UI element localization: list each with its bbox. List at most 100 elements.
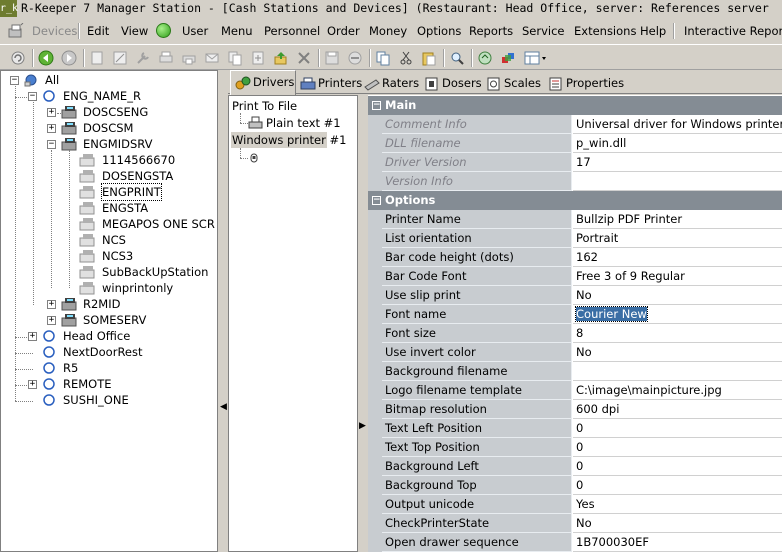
property-value[interactable]: No [573,286,782,305]
expand-toggle[interactable]: + [28,380,37,389]
property-row[interactable]: Printer Name Bullzip PDF Printer [368,210,782,229]
property-value[interactable]: p_win.dll [573,134,782,153]
tree-node-megapos[interactable]: MEGAPOS ONE SCR [79,216,215,232]
tree-node-sushi-one[interactable]: SUSHI_ONE [41,392,211,408]
property-value[interactable]: 8 [573,324,782,343]
tree-node-eng-name-r[interactable]: ENG_NAME_R [41,88,211,104]
property-row[interactable]: Logo filename template C:\image\mainpictu… [368,381,782,400]
driver-node-print-to-file[interactable]: Print To File [232,98,352,114]
expand-toggle[interactable]: + [47,124,56,133]
menu-money[interactable]: Money [369,20,407,42]
tree-node-1114566670[interactable]: 1114566670 [79,152,214,168]
menu-help[interactable]: Help [640,20,666,42]
refresh-icon[interactable] [9,49,27,67]
export-icon[interactable] [272,49,290,67]
driver-tree[interactable]: Print To File Plain text #1 Windows prin… [228,95,358,552]
driver-node-plain-text[interactable]: Plain text #1 [248,115,353,131]
menu-reports[interactable]: Reports [469,20,513,42]
tree-node-r2mid[interactable]: R2MID [61,296,211,312]
expand-toggle[interactable]: + [47,300,56,309]
tree-node-doscsm[interactable]: DOSCSM [61,120,211,136]
tree-node-ncs3[interactable]: NCS3 [79,248,214,264]
find-icon[interactable] [448,49,466,67]
menu-user[interactable]: User [182,20,208,42]
property-value[interactable]: 0 [573,438,782,457]
right-splitter[interactable]: ▶ [358,95,368,552]
new-item-icon[interactable] [88,49,106,67]
menu-options[interactable]: Options [417,20,461,42]
property-value[interactable]: 0 [573,457,782,476]
property-row[interactable]: List orientation Portrait [368,229,782,248]
menu-edit[interactable]: Edit [87,20,109,42]
tree-node-someserv[interactable]: SOMESERV [61,312,211,328]
collapse-toggle[interactable]: − [10,76,19,85]
tree-node-r5[interactable]: R5 [41,360,211,376]
property-row[interactable]: Comment Info Universal driver for Windows… [368,115,782,134]
tree-node-engsta[interactable]: ENGSTA [79,200,214,216]
property-row[interactable]: Bar Code Font Free 3 of 9 Regular [368,267,782,286]
property-row[interactable]: Background filename [368,362,782,381]
print-icon[interactable] [157,49,175,67]
tab-dosers[interactable]: Dosers [420,72,482,94]
property-value[interactable]: Universal driver for Windows printers [573,115,782,134]
tree-node-engprint[interactable]: ENGPRINT [79,183,214,201]
color-tool-icon[interactable] [499,49,517,67]
property-row[interactable]: DLL filename p_win.dll [368,134,782,153]
menu-view[interactable]: View [121,20,148,42]
wrench-icon[interactable] [134,49,152,67]
expand-toggle[interactable]: + [28,332,37,341]
tab-drivers[interactable]: Drivers [230,70,296,95]
menu-menu[interactable]: Menu [221,20,253,42]
left-splitter[interactable]: ◀ [218,70,228,552]
tree-node-nextdoorrest[interactable]: NextDoorRest [41,344,211,360]
collapse-toggle[interactable]: − [28,92,37,101]
tree-node-doscseng[interactable]: DOSCSENG [61,104,211,120]
add-child-icon[interactable] [249,49,267,67]
copy-item-icon[interactable] [226,49,244,67]
edit-grid-icon[interactable] [111,49,129,67]
menu-service[interactable]: Service [522,20,565,42]
tree-node-subbackupstation[interactable]: SubBackUpStation [79,264,214,280]
splitter-arrow-left-icon[interactable]: ◀ [220,402,227,412]
tree-node-winprintonly[interactable]: winprintonly [79,280,214,296]
view-mode-dropdown-icon[interactable] [523,49,549,67]
property-value[interactable]: 0 [573,476,782,495]
delete-icon[interactable] [295,49,313,67]
property-row[interactable]: Font name Courier New [368,305,782,324]
property-row[interactable]: Use invert color No [368,343,782,362]
property-row[interactable]: Text Top Position 0 [368,438,782,457]
property-value[interactable]: 600 dpi [573,400,782,419]
tree-node-dosengsta[interactable]: DOSENGSTA [79,168,214,184]
save-icon[interactable] [323,49,341,67]
expand-toggle[interactable]: + [47,108,56,117]
property-row[interactable]: Driver Version 17 [368,153,782,172]
tree-node-all[interactable]: All [23,72,213,88]
property-row[interactable]: Background Top 0 [368,476,782,495]
property-value[interactable] [573,362,782,381]
tree-node-remote[interactable]: REMOTE [41,376,211,392]
property-row[interactable]: Open drawer sequence 1B700030EF [368,533,782,552]
property-row[interactable]: Bar code height (dots) 162 [368,248,782,267]
cancel-icon[interactable] [346,49,364,67]
cut-icon[interactable] [397,49,415,67]
tree-node-engmidsrv[interactable]: ENGMIDSRV [61,136,211,152]
property-row[interactable]: Output unicode Yes [368,495,782,514]
property-value[interactable]: 162 [573,248,782,267]
tab-properties[interactable]: Properties [544,72,624,94]
menu-extensions[interactable]: Extensions [574,20,636,42]
splitter-arrow-right-icon[interactable]: ▶ [359,421,366,431]
property-value[interactable]: No [573,514,782,533]
paste-icon[interactable] [420,49,438,67]
driver-node-windows-printer[interactable]: Windows printer #1 [231,132,346,148]
tab-printers[interactable]: Printers [296,72,362,94]
menu-interactive-reports[interactable]: Interactive Reports (I [684,20,782,42]
collapse-toggle[interactable]: − [372,101,381,110]
print-preview-icon[interactable] [180,49,198,67]
property-value[interactable]: Yes [573,495,782,514]
collapse-toggle[interactable]: − [372,196,381,205]
section-options-header[interactable]: − Options [368,191,782,210]
menu-order[interactable]: Order [327,20,360,42]
sync-icon[interactable] [476,49,494,67]
property-value[interactable]: Bullzip PDF Printer [573,210,782,229]
expand-toggle[interactable]: + [47,316,56,325]
